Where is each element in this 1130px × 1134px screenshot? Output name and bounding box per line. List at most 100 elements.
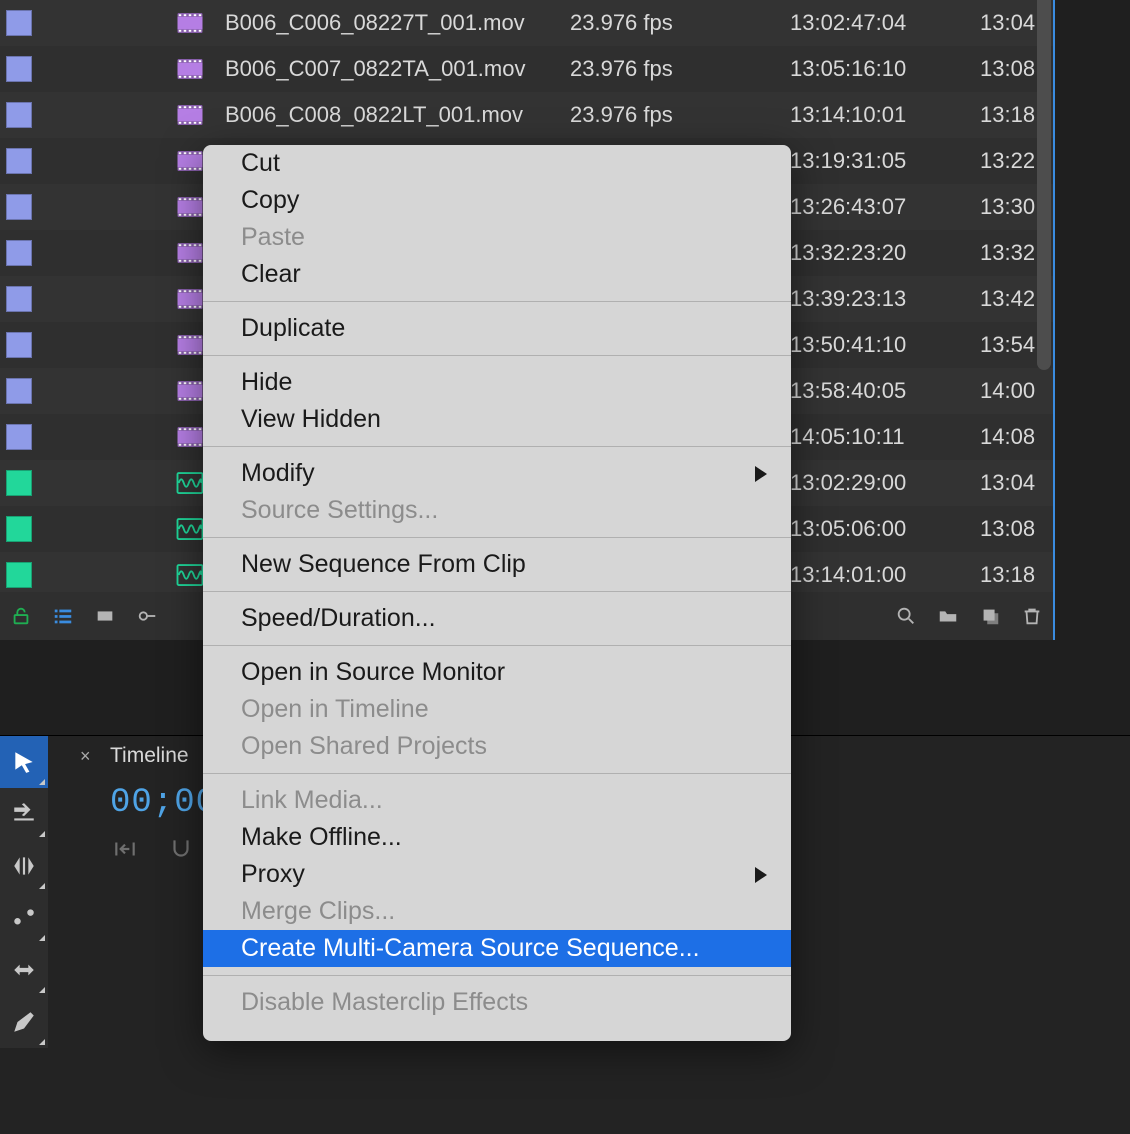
project-row[interactable]: B006_C008_0822LT_001.mov 23.976 fps 13:1…: [0, 92, 1053, 138]
freeform-view-icon[interactable]: [126, 595, 168, 637]
razor-tool-icon[interactable]: [0, 892, 48, 944]
video-clip-icon: [175, 284, 205, 314]
list-view-icon[interactable]: [42, 595, 84, 637]
new-item-icon[interactable]: [969, 595, 1011, 637]
video-clip-icon: [175, 376, 205, 406]
lock-icon[interactable]: [0, 595, 42, 637]
slip-tool-icon[interactable]: [0, 944, 48, 996]
close-icon[interactable]: ×: [80, 746, 91, 766]
context-menu-item[interactable]: Speed/Duration...: [203, 600, 791, 637]
context-menu-item[interactable]: Make Offline...: [203, 819, 791, 856]
project-scrollbar[interactable]: [1037, 0, 1051, 370]
context-menu-item[interactable]: Modify: [203, 455, 791, 492]
selection-tool-icon[interactable]: [0, 736, 48, 788]
pen-tool-icon[interactable]: [0, 996, 48, 1048]
context-menu-item: Link Media...: [203, 782, 791, 819]
clip-start-tc: 13:26:43:07: [790, 194, 950, 220]
clip-start-tc: 13:32:23:20: [790, 240, 950, 266]
label-swatch[interactable]: [6, 378, 32, 404]
label-swatch[interactable]: [6, 102, 32, 128]
submenu-arrow-icon: [755, 466, 767, 482]
context-menu[interactable]: CutCopyPasteClear Duplicate HideView Hidde…: [203, 145, 791, 1041]
snap-icon[interactable]: [168, 836, 194, 862]
clip-start-tc: 13:50:41:10: [790, 332, 950, 358]
clip-framerate: 23.976 fps: [570, 102, 730, 128]
video-clip-icon: [175, 100, 205, 130]
clip-start-tc: 13:14:01:00: [790, 562, 950, 588]
label-swatch[interactable]: [6, 332, 32, 358]
trash-icon[interactable]: [1011, 595, 1053, 637]
context-menu-separator: [203, 537, 791, 538]
timeline-option-icons: [112, 836, 194, 862]
insert-mode-icon[interactable]: [112, 836, 138, 862]
clip-start-tc: 13:02:47:04: [790, 10, 950, 36]
clip-end-tc: 13:08: [980, 516, 1060, 542]
clip-end-tc: 13:18: [980, 562, 1060, 588]
clip-framerate: 23.976 fps: [570, 10, 730, 36]
label-swatch[interactable]: [6, 516, 32, 542]
context-menu-item[interactable]: Cut: [203, 145, 791, 182]
context-menu-item: Source Settings...: [203, 492, 791, 529]
clip-end-tc: 13:04: [980, 470, 1060, 496]
context-menu-item[interactable]: Create Multi-Camera Source Sequence...: [203, 930, 791, 967]
label-swatch[interactable]: [6, 148, 32, 174]
submenu-arrow-icon: [755, 867, 767, 883]
label-swatch[interactable]: [6, 56, 32, 82]
timeline-tab-label: Timeline: [110, 744, 189, 767]
context-menu-item[interactable]: Proxy: [203, 856, 791, 893]
context-menu-separator: [203, 591, 791, 592]
label-swatch[interactable]: [6, 424, 32, 450]
clip-end-tc: 14:00: [980, 378, 1060, 404]
context-menu-separator: [203, 446, 791, 447]
new-bin-icon[interactable]: [927, 595, 969, 637]
audio-clip-icon: [175, 514, 205, 544]
context-menu-item[interactable]: View Hidden: [203, 401, 791, 438]
context-menu-item[interactable]: Copy: [203, 182, 791, 219]
context-menu-item: Merge Clips...: [203, 893, 791, 930]
label-swatch[interactable]: [6, 562, 32, 588]
context-menu-separator: [203, 355, 791, 356]
clip-start-tc: 13:39:23:13: [790, 286, 950, 312]
label-swatch[interactable]: [6, 286, 32, 312]
project-row[interactable]: B006_C007_0822TA_001.mov 23.976 fps 13:0…: [0, 46, 1053, 92]
context-menu-item[interactable]: Hide: [203, 364, 791, 401]
audio-clip-icon: [175, 468, 205, 498]
clip-name[interactable]: B006_C007_0822TA_001.mov: [225, 56, 565, 82]
context-menu-item: Paste: [203, 219, 791, 256]
clip-start-tc: 13:58:40:05: [790, 378, 950, 404]
context-menu-separator: [203, 773, 791, 774]
label-swatch[interactable]: [6, 240, 32, 266]
video-clip-icon: [175, 8, 205, 38]
track-select-tool-icon[interactable]: [0, 788, 48, 840]
label-swatch[interactable]: [6, 10, 32, 36]
project-row[interactable]: B006_C006_08227T_001.mov 23.976 fps 13:0…: [0, 0, 1053, 46]
clip-framerate: 23.976 fps: [570, 56, 730, 82]
clip-name[interactable]: B006_C008_0822LT_001.mov: [225, 102, 565, 128]
clip-start-tc: 14:05:10:11: [790, 424, 950, 450]
clip-name[interactable]: B006_C006_08227T_001.mov: [225, 10, 565, 36]
context-menu-separator: [203, 301, 791, 302]
label-swatch[interactable]: [6, 470, 32, 496]
context-menu-item[interactable]: Clear: [203, 256, 791, 293]
scrollbar-thumb[interactable]: [1037, 0, 1051, 370]
search-icon[interactable]: [885, 595, 927, 637]
label-swatch[interactable]: [6, 194, 32, 220]
context-menu-item[interactable]: New Sequence From Clip: [203, 546, 791, 583]
icon-view-icon[interactable]: [84, 595, 126, 637]
video-clip-icon: [175, 54, 205, 84]
context-menu-item: Open Shared Projects: [203, 728, 791, 765]
audio-clip-icon: [175, 560, 205, 590]
video-clip-icon: [175, 146, 205, 176]
context-menu-item[interactable]: Duplicate: [203, 310, 791, 347]
context-menu-item: Disable Masterclip Effects: [203, 984, 791, 1021]
context-menu-item[interactable]: Open in Source Monitor: [203, 654, 791, 691]
video-clip-icon: [175, 330, 205, 360]
clip-start-tc: 13:05:06:00: [790, 516, 950, 542]
clip-start-tc: 13:14:10:01: [790, 102, 950, 128]
timeline-tab[interactable]: × Timeline: [80, 744, 189, 768]
ripple-edit-tool-icon[interactable]: [0, 840, 48, 892]
tool-column: [0, 736, 48, 1048]
clip-start-tc: 13:19:31:05: [790, 148, 950, 174]
video-clip-icon: [175, 422, 205, 452]
context-menu-item: Open in Timeline: [203, 691, 791, 728]
